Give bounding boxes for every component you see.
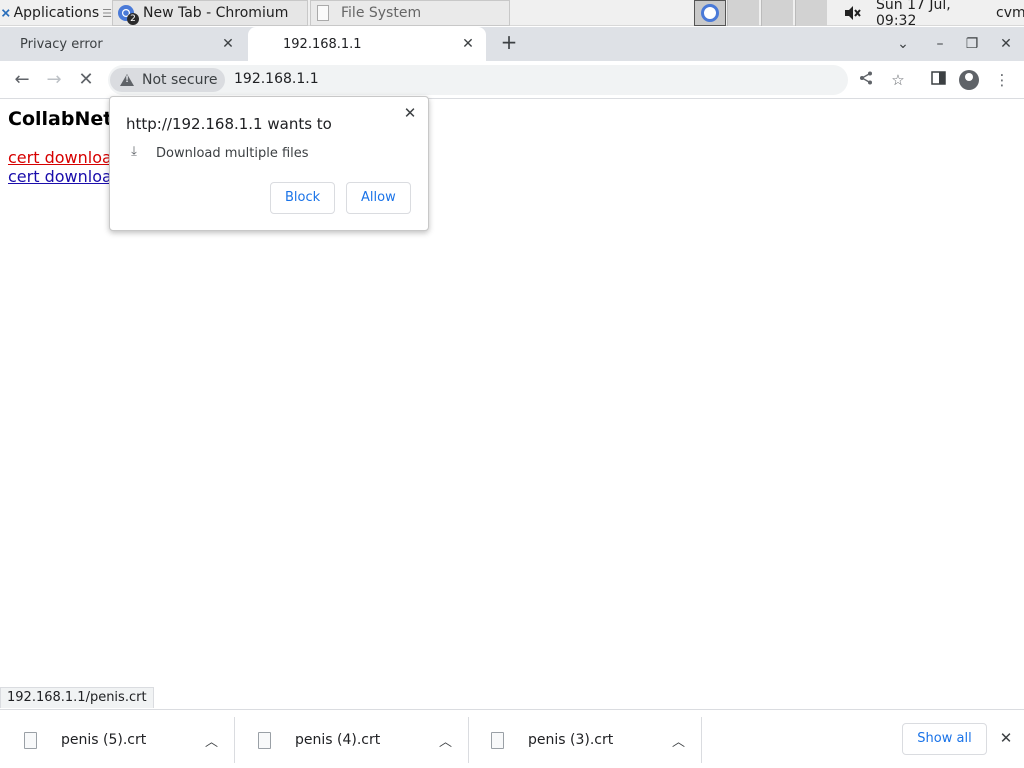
user-menu[interactable]: cvm <box>996 0 1024 26</box>
stop-loading-icon[interactable]: ✕ <box>75 69 97 91</box>
close-icon[interactable]: ✕ <box>400 103 420 123</box>
tab-title: Privacy error <box>20 36 103 52</box>
security-chip[interactable]: Not secure <box>110 68 225 92</box>
chromium-icon: 2 <box>117 4 139 25</box>
cert-download-link-1[interactable]: cert download <box>8 148 122 167</box>
browser-tab-strip: Privacy error ✕ 192.168.1.1 ✕ + ⌄ – ❐ ✕ <box>0 27 1024 61</box>
clock[interactable]: Sun 17 Jul, 09:32 <box>876 0 982 29</box>
taskbar-window-file-system-label: File System <box>341 5 422 21</box>
show-all-button[interactable]: Show all <box>902 723 987 755</box>
close-icon[interactable]: ✕ <box>996 728 1016 748</box>
window-close-icon[interactable]: ✕ <box>996 34 1016 54</box>
chevron-up-icon[interactable]: ︿ <box>672 731 685 750</box>
allow-button[interactable]: Allow <box>346 182 411 214</box>
workspace-3[interactable] <box>761 0 793 26</box>
workspace-4[interactable] <box>795 0 827 26</box>
page-title: CollabNet <box>8 108 113 130</box>
applications-menu[interactable]: Applications ☰ <box>2 0 112 26</box>
url-text[interactable]: 192.168.1.1 <box>234 71 319 87</box>
close-icon[interactable]: ✕ <box>460 36 476 52</box>
xfce-logo-icon <box>2 9 10 17</box>
back-arrow-icon[interactable]: ← <box>11 69 33 91</box>
workspace-2[interactable] <box>727 0 759 26</box>
download-item[interactable]: penis (5).crt ︿ <box>2 717 235 763</box>
applications-menu-glyph: ☰ <box>102 6 112 20</box>
share-icon[interactable] <box>855 69 877 91</box>
download-filename: penis (4).crt <box>295 732 381 748</box>
restore-icon[interactable]: ❐ <box>962 34 982 54</box>
chevron-up-icon[interactable]: ︿ <box>439 731 452 750</box>
warning-triangle-icon <box>120 74 134 86</box>
close-icon[interactable]: ✕ <box>220 36 236 52</box>
download-filename: penis (5).crt <box>61 732 147 748</box>
chromium-mini-icon <box>701 4 719 22</box>
bookmark-star-icon[interactable]: ☆ <box>887 69 909 91</box>
chevron-up-icon[interactable]: ︿ <box>205 731 218 750</box>
tab-title: 192.168.1.1 <box>283 36 362 52</box>
security-chip-label: Not secure <box>142 72 218 88</box>
tab-privacy-error[interactable]: Privacy error ✕ <box>0 27 246 61</box>
download-item[interactable]: penis (3).crt ︿ <box>469 717 702 763</box>
popup-title: http://192.168.1.1 wants to <box>126 115 332 133</box>
profile-avatar-icon[interactable] <box>959 70 979 90</box>
download-shelf: penis (5).crt ︿ penis (4).crt ︿ penis (3… <box>0 709 1024 768</box>
volume-muted-icon[interactable] <box>842 0 864 26</box>
new-tab-plus-icon[interactable]: + <box>498 32 520 54</box>
window-count-badge: 2 <box>127 13 139 25</box>
permission-popup: http://192.168.1.1 wants to ✕ ⤓ Download… <box>109 96 429 231</box>
taskbar-window-chromium-label: New Tab - Chromium <box>143 5 289 21</box>
file-icon <box>491 731 504 749</box>
forward-arrow-icon[interactable]: → <box>43 69 65 91</box>
cert-download-link-2[interactable]: cert download <box>8 167 122 186</box>
workspace-1[interactable] <box>694 0 726 26</box>
taskbar-window-chromium[interactable]: 2 New Tab - Chromium <box>112 0 308 26</box>
download-item[interactable]: penis (4).crt ︿ <box>236 717 469 763</box>
file-icon <box>24 731 37 749</box>
file-icon <box>258 731 271 749</box>
download-filename: penis (3).crt <box>528 732 614 748</box>
os-taskbar: Applications ☰ 2 New Tab - Chromium File… <box>0 0 1024 29</box>
minimize-icon[interactable]: – <box>930 34 950 54</box>
block-button[interactable]: Block <box>270 182 336 214</box>
side-panel-icon[interactable] <box>927 69 949 91</box>
download-icon: ⤓ <box>131 144 137 159</box>
status-url-bubble: 192.168.1.1/penis.crt <box>0 687 154 708</box>
taskbar-window-file-system[interactable]: File System <box>310 0 510 26</box>
tab-search-chevron-down-icon[interactable]: ⌄ <box>893 34 913 54</box>
browser-toolbar: ← → ✕ Not secure 192.168.1.1 ☆ ⋮ <box>0 61 1024 99</box>
permission-description: Download multiple files <box>156 146 309 161</box>
address-bar[interactable]: Not secure 192.168.1.1 <box>108 65 848 95</box>
menu-kebab-icon[interactable]: ⋮ <box>991 69 1013 91</box>
tab-active[interactable]: 192.168.1.1 ✕ <box>248 27 486 61</box>
applications-label: Applications <box>13 5 100 21</box>
file-icon <box>317 5 329 21</box>
